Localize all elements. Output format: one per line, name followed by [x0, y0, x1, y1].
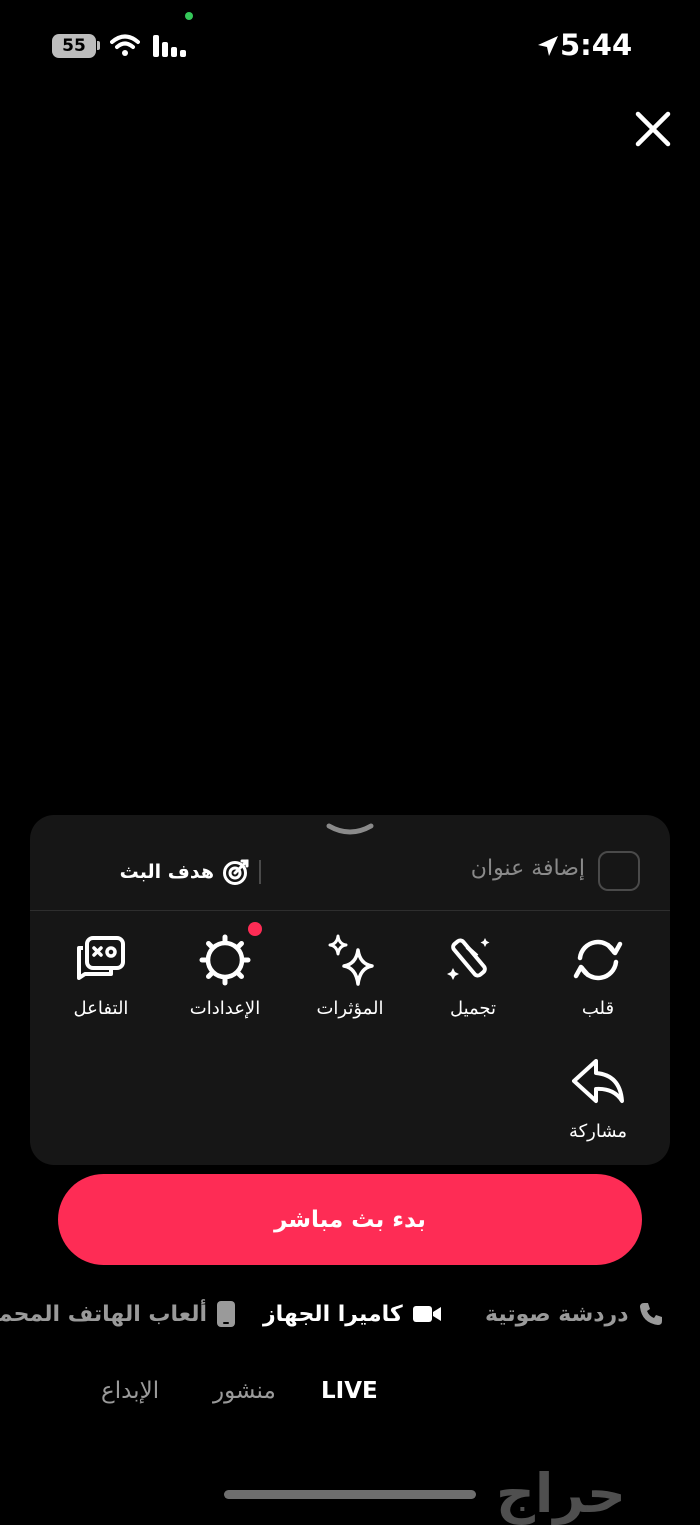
- share-label: مشاركة: [568, 1121, 628, 1142]
- share-arrow-icon: [572, 1059, 624, 1103]
- cover-image-box[interactable]: [598, 851, 640, 891]
- interaction-label: التفاعل: [73, 998, 129, 1019]
- mobile-phone-icon: [217, 1301, 235, 1327]
- panel-divider: [30, 910, 670, 911]
- live-goal-button[interactable]: هدف البث: [110, 856, 250, 888]
- haraj-watermark: حراج: [496, 1462, 626, 1525]
- mode-device-camera[interactable]: كاميرا الجهاز: [263, 1296, 442, 1332]
- divider: [259, 860, 261, 884]
- mode-voice-chat-label: دردشة صوتية: [485, 1301, 629, 1327]
- close-icon[interactable]: [632, 108, 674, 150]
- phone-icon: [639, 1303, 662, 1325]
- beauty-wand-icon: [447, 938, 490, 980]
- interaction-button[interactable]: التفاعل: [46, 932, 156, 1019]
- interaction-icon: [77, 936, 125, 980]
- chevron-down-icon[interactable]: [325, 822, 375, 842]
- effects-button[interactable]: المؤثرات: [295, 932, 405, 1019]
- settings-label: الإعدادات: [189, 998, 261, 1019]
- beauty-label: تجميل: [449, 998, 497, 1019]
- mode-mobile-games[interactable]: ألعاب الهاتف المحمول: [0, 1296, 236, 1332]
- tab-create[interactable]: الإبداع: [101, 1378, 159, 1404]
- video-camera-icon: [412, 1306, 441, 1322]
- settings-button[interactable]: الإعدادات: [170, 932, 280, 1019]
- mode-device-camera-label: كاميرا الجهاز: [263, 1301, 403, 1327]
- battery-tip: [97, 41, 100, 50]
- status-time: 5:44: [560, 28, 633, 62]
- sparkle-effects-icon: [328, 934, 374, 986]
- tab-post[interactable]: منشور: [213, 1378, 276, 1404]
- share-button[interactable]: مشاركة: [543, 1055, 653, 1142]
- flip-button[interactable]: قلب: [543, 932, 653, 1019]
- location-arrow-icon: [538, 36, 558, 56]
- battery-icon: 55: [52, 34, 96, 58]
- home-indicator[interactable]: [224, 1490, 476, 1499]
- live-goal-label: هدف البث: [119, 861, 214, 883]
- mode-voice-chat[interactable]: دردشة صوتية: [485, 1296, 664, 1332]
- flip-label: قلب: [581, 998, 615, 1019]
- battery-level: 55: [62, 36, 86, 56]
- beauty-button[interactable]: تجميل: [418, 932, 528, 1019]
- tab-live[interactable]: LIVE: [321, 1378, 378, 1404]
- mode-mobile-games-label: ألعاب الهاتف المحمول: [0, 1301, 207, 1327]
- flip-camera-icon: [573, 939, 623, 981]
- go-live-button[interactable]: بدء بث مباشر: [58, 1174, 642, 1265]
- effects-label: المؤثرات: [316, 998, 384, 1019]
- signal-icon: [153, 35, 186, 57]
- wifi-icon: [110, 34, 140, 56]
- settings-gear-icon: [199, 934, 251, 986]
- notification-dot: [248, 922, 262, 936]
- add-title-input[interactable]: إضافة عنوان: [395, 856, 585, 881]
- target-icon: [223, 859, 249, 885]
- privacy-indicator-dot: [185, 12, 193, 20]
